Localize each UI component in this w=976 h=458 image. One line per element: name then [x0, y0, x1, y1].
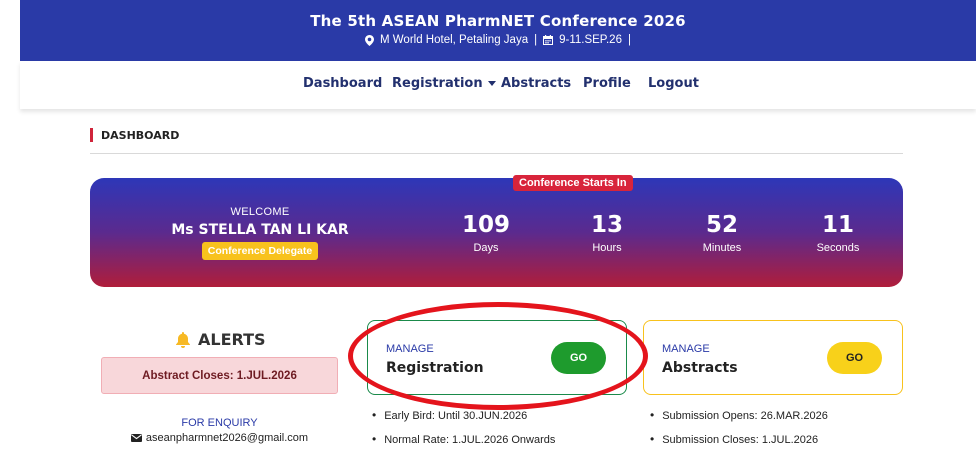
nav-registration[interactable]: Registration [392, 76, 496, 91]
nav-dashboard-label: Dashboard [303, 76, 383, 91]
conference-title: The 5th ASEAN PharmNET Conference 2026 [310, 12, 686, 30]
registration-manage-label: MANAGE [386, 343, 434, 355]
separator: | [627, 34, 631, 46]
countdown-days-label: Days [473, 242, 499, 254]
conference-subtitle: M World Hotel, Petaling Jaya | 9-11.SEP.… [20, 34, 976, 46]
enquiry-email[interactable]: aseanpharmnet2026@gmail.com [101, 432, 338, 444]
abstracts-manage-label: MANAGE [662, 343, 710, 355]
registration-points: Early Bird: Until 30.JUN.2026 Normal Rat… [372, 410, 555, 458]
email-text: aseanpharmnet2026@gmail.com [145, 432, 309, 444]
separator: | [534, 34, 538, 46]
role-badge: Conference Delegate [201, 242, 319, 260]
countdown-minutes: 52 Minutes [672, 212, 772, 254]
countdown-seconds: 11 Seconds [788, 212, 888, 254]
dates-text: 9-11.SEP.26 [559, 34, 622, 46]
location-pin-icon [365, 34, 375, 46]
nav-profile[interactable]: Profile [583, 76, 631, 91]
abstract-closes-alert: Abstract Closes: 1.JUL.2026 [101, 357, 338, 394]
divider [90, 153, 903, 154]
countdown-days: 109 Days [436, 212, 536, 254]
countdown-hours-label: Hours [592, 242, 622, 254]
countdown-hero: WELCOME Ms STELLA TAN LI KAR Conference … [90, 178, 903, 287]
nav-profile-label: Profile [583, 76, 631, 91]
countdown-seconds-value: 11 [821, 212, 854, 238]
registration-card: MANAGE Registration GO [367, 320, 627, 395]
abstracts-card: MANAGE Abstracts GO [643, 320, 903, 395]
abstracts-points: Submission Opens: 26.MAR.2026 Submission… [650, 410, 828, 458]
user-name: Ms STELLA TAN LI KAR [171, 222, 349, 238]
alerts-heading: ALERTS [176, 330, 266, 349]
welcome-block: WELCOME Ms STELLA TAN LI KAR Conference … [90, 206, 430, 260]
list-item: Early Bird: Until 30.JUN.2026 [372, 410, 555, 434]
list-item: Normal Rate: 1.JUL.2026 Onwards [372, 434, 555, 458]
alerts-title: ALERTS [198, 330, 266, 349]
abstracts-go-button[interactable]: GO [827, 342, 882, 374]
main-navbar: Dashboard Registration Abstracts Profile… [20, 61, 976, 109]
list-item: Submission Closes: 1.JUL.2026 [650, 434, 828, 458]
page-title: DASHBOARD [101, 128, 180, 142]
nav-registration-label: Registration [392, 76, 483, 91]
welcome-label: WELCOME [230, 206, 290, 218]
chevron-down-icon [487, 81, 496, 86]
conference-banner: The 5th ASEAN PharmNET Conference 2026 M… [20, 0, 976, 61]
enquiry-label: FOR ENQUIRY [181, 417, 258, 429]
nav-logout[interactable]: Logout [648, 76, 699, 91]
nav-abstracts[interactable]: Abstracts [501, 76, 571, 91]
countdown-minutes-value: 52 [705, 212, 738, 238]
abstracts-title: Abstracts [662, 360, 738, 376]
countdown-hours: 13 Hours [557, 212, 657, 254]
calendar-icon [543, 35, 554, 45]
bell-icon [176, 331, 190, 348]
breadcrumb-accent [90, 128, 93, 142]
conference-starts-badge: Conference Starts In [513, 175, 633, 191]
nav-abstracts-label: Abstracts [501, 76, 572, 91]
registration-title: Registration [386, 360, 484, 376]
countdown-seconds-label: Seconds [816, 242, 860, 254]
envelope-icon [130, 434, 142, 442]
nav-dashboard[interactable]: Dashboard [303, 76, 382, 91]
nav-logout-label: Logout [648, 76, 699, 91]
list-item: Submission Opens: 26.MAR.2026 [650, 410, 828, 434]
venue-text: M World Hotel, Petaling Jaya [380, 34, 529, 46]
countdown-days-value: 109 [461, 212, 510, 238]
breadcrumb: DASHBOARD [90, 128, 179, 142]
countdown-minutes-label: Minutes [702, 242, 742, 254]
registration-go-button[interactable]: GO [551, 342, 606, 374]
countdown-hours-value: 13 [590, 212, 623, 238]
